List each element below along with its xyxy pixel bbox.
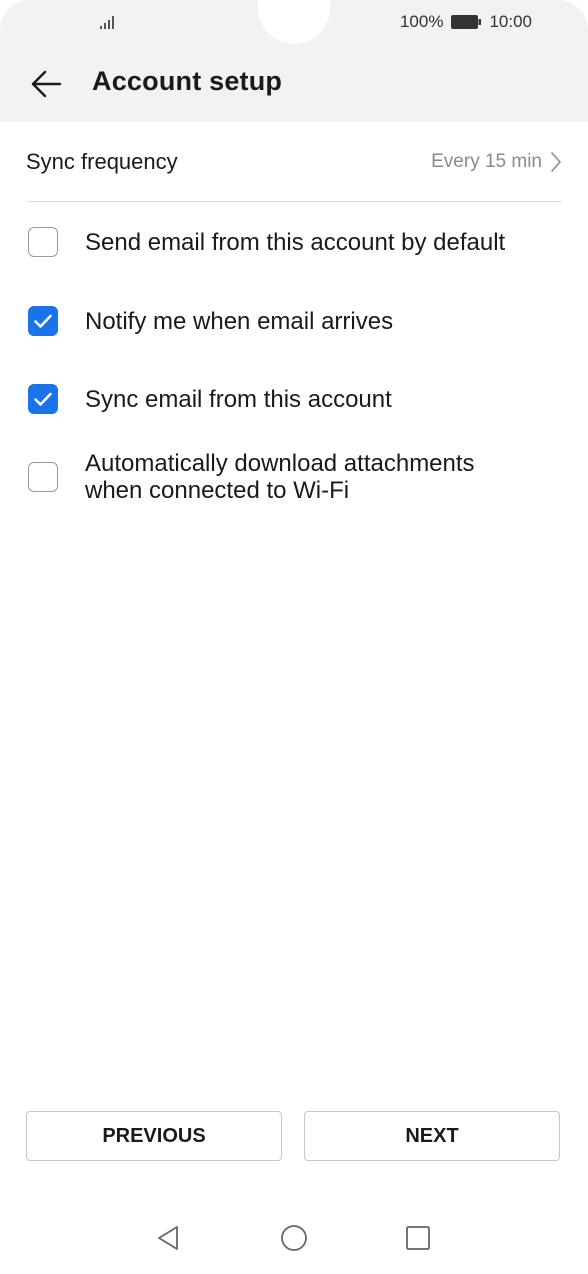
app-header: 100% 10:00 Account setup (0, 0, 588, 122)
page-title: Account setup (92, 66, 283, 96)
previous-button[interactable]: PREVIOUS (26, 1111, 282, 1161)
option-auto-download-row[interactable]: Automatically download attachments when … (28, 448, 558, 506)
sync-frequency-value-wrap: Every 15 min (431, 151, 562, 173)
option-notify-row[interactable]: Notify me when email arrives (28, 305, 558, 337)
battery-icon (451, 15, 482, 29)
notify-label: Notify me when email arrives (85, 307, 394, 335)
arrow-left-icon (31, 70, 62, 98)
system-nav-bar (0, 1200, 588, 1274)
camera-notch (258, 0, 330, 44)
sync-email-checkbox[interactable] (28, 384, 58, 414)
sync-email-label: Sync email from this account (85, 385, 392, 413)
battery-percent: 100% (399, 12, 444, 31)
nav-recents-button[interactable] (400, 1220, 436, 1256)
option-sync-email-row[interactable]: Sync email from this account (28, 383, 558, 415)
notify-checkbox[interactable] (28, 306, 58, 336)
option-send-default-row[interactable]: Send email from this account by default (28, 226, 558, 258)
sync-frequency-value: Every 15 min (431, 151, 542, 172)
next-button[interactable]: NEXT (304, 1111, 560, 1161)
sync-frequency-row[interactable]: Sync frequency Every 15 min (26, 123, 562, 202)
send-default-label: Send email from this account by default (85, 228, 506, 256)
chevron-right-icon (551, 152, 561, 172)
auto-download-checkbox[interactable] (28, 462, 58, 492)
send-default-checkbox[interactable] (28, 227, 58, 257)
checkmark-icon (34, 314, 52, 328)
back-button[interactable] (24, 62, 68, 106)
signal-icon (100, 16, 114, 29)
circle-home-icon (281, 1225, 307, 1251)
auto-download-label: Automatically download attachments when … (85, 450, 475, 504)
checkmark-icon (34, 392, 52, 406)
sync-frequency-label: Sync frequency (26, 149, 178, 174)
status-bar-right: 100% 10:00 (400, 12, 532, 32)
nav-home-button[interactable] (276, 1220, 312, 1256)
nav-back-button[interactable] (150, 1220, 186, 1256)
triangle-back-icon (158, 1226, 178, 1250)
status-time: 10:00 (489, 12, 532, 31)
phone-screen: 100% 10:00 Account setup Sync frequency … (0, 0, 588, 1274)
square-recents-icon (406, 1226, 430, 1250)
